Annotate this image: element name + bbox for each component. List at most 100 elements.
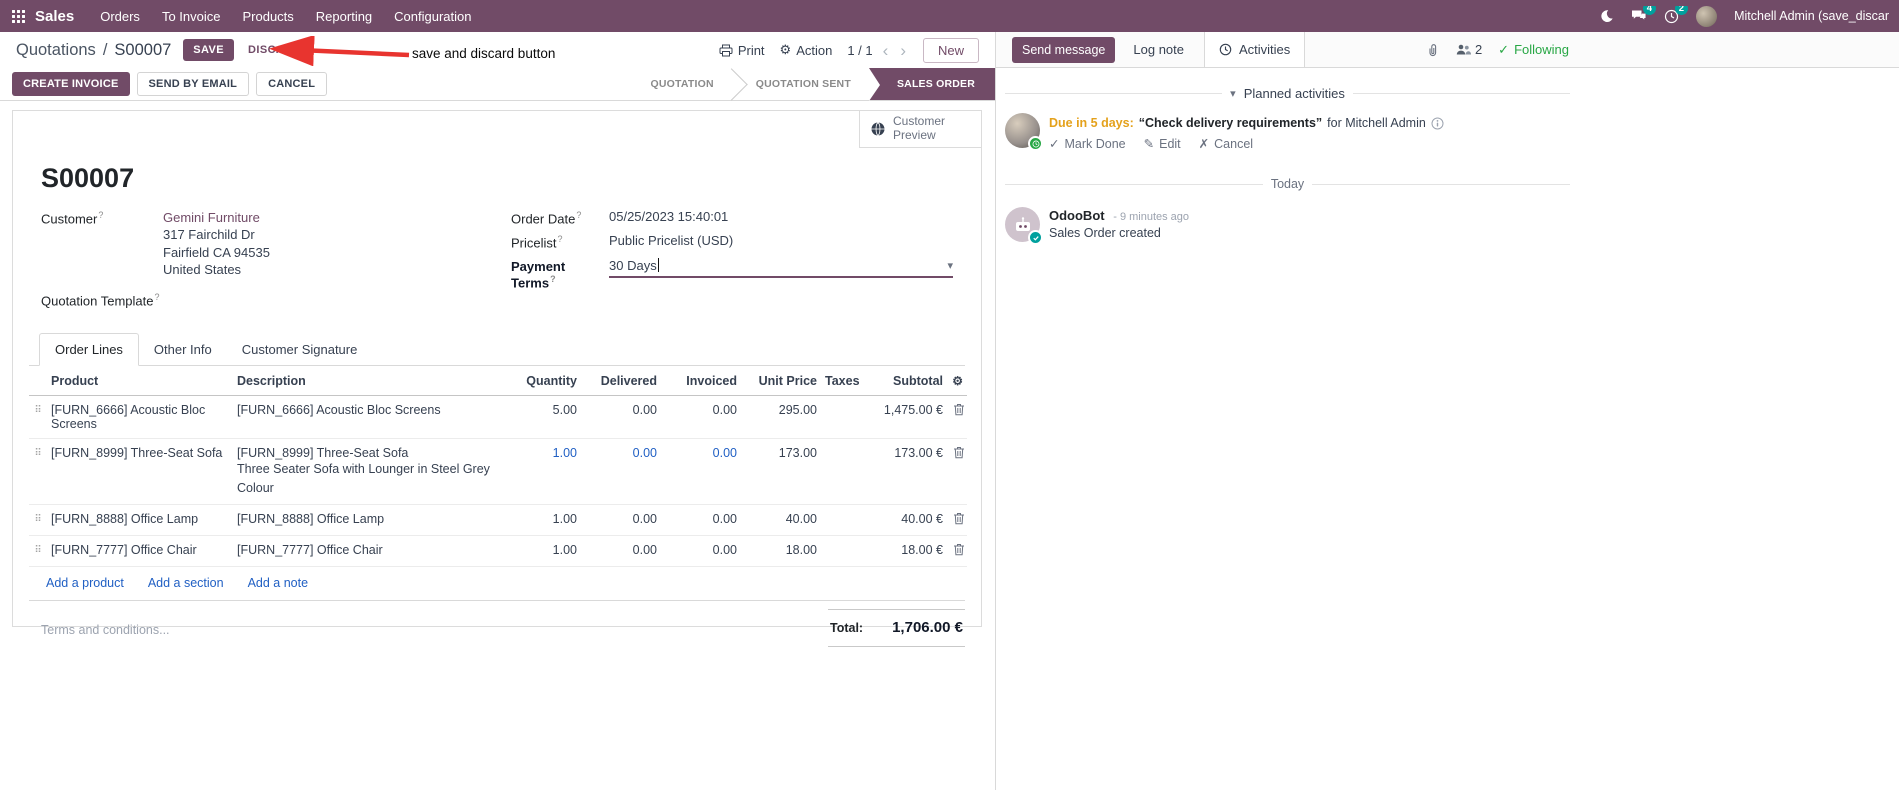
table-row[interactable]: ⠿ [FURN_7777] Office Chair [FURN_7777] O… — [29, 535, 967, 568]
cell-taxes[interactable] — [821, 438, 876, 506]
menu-reporting[interactable]: Reporting — [306, 2, 382, 31]
state-sales-order[interactable]: SALES ORDER — [868, 68, 995, 101]
menu-orders[interactable]: Orders — [90, 2, 150, 31]
table-row[interactable]: ⠿ [FURN_6666] Acoustic Bloc Screens [FUR… — [29, 395, 967, 439]
terms-placeholder[interactable]: Terms and conditions... — [29, 609, 828, 647]
column-header-unit-price: Unit Price — [741, 365, 821, 396]
cell-quantity[interactable]: 1.00 — [511, 535, 581, 568]
cell-description[interactable]: [FURN_8999] Three-Seat Sofa Three Seater … — [233, 438, 511, 506]
cell-taxes[interactable] — [821, 395, 876, 439]
table-row[interactable]: ⠿ [FURN_8888] Office Lamp [FURN_8888] Of… — [29, 504, 967, 537]
mark-done-button[interactable]: ✓ Mark Done — [1049, 136, 1126, 152]
cell-invoiced[interactable]: 0.00 — [661, 438, 741, 506]
delete-row-button[interactable] — [947, 504, 967, 537]
log-note-button[interactable]: Log note — [1133, 42, 1184, 57]
add-product-link[interactable]: Add a product — [46, 576, 124, 590]
action-menu[interactable]: ⚙ Action — [780, 42, 833, 58]
cell-delivered[interactable]: 0.00 — [581, 535, 661, 568]
cell-delivered[interactable]: 0.00 — [581, 504, 661, 537]
cell-delivered[interactable]: 0.00 — [581, 395, 661, 439]
cell-unit-price[interactable]: 295.00 — [741, 395, 821, 439]
pricelist-label: Pricelist? — [511, 234, 563, 251]
cancel-activity-button[interactable]: ✗ Cancel — [1199, 136, 1253, 152]
cell-subtotal: 40.00 € — [876, 504, 947, 537]
cell-product[interactable]: [FURN_7777] Office Chair — [47, 535, 233, 568]
create-invoice-button[interactable]: CREATE INVOICE — [12, 72, 130, 96]
pager-previous-icon[interactable]: ‹ — [881, 42, 891, 59]
cell-description[interactable]: [FURN_6666] Acoustic Bloc Screens — [233, 395, 511, 439]
customer-preview-button[interactable]: Customer Preview — [859, 111, 981, 148]
cell-taxes[interactable] — [821, 504, 876, 537]
cell-product[interactable]: [FURN_6666] Acoustic Bloc Screens — [47, 395, 233, 439]
tab-other-info[interactable]: Other Info — [139, 334, 227, 365]
cell-description[interactable]: [FURN_8888] Office Lamp — [233, 504, 511, 537]
send-by-email-button[interactable]: SEND BY EMAIL — [136, 72, 250, 96]
user-menu[interactable]: Mitchell Admin (save_discar — [1734, 9, 1889, 23]
cell-quantity[interactable]: 1.00 — [511, 504, 581, 537]
pager-next-icon[interactable]: › — [898, 42, 908, 59]
add-section-link[interactable]: Add a section — [148, 576, 224, 590]
cell-invoiced[interactable]: 0.00 — [661, 504, 741, 537]
pricelist-field[interactable]: Public Pricelist (USD) — [609, 233, 733, 248]
cell-unit-price[interactable]: 173.00 — [741, 438, 821, 506]
activities-clock-icon[interactable]: 2 — [1664, 5, 1689, 24]
menu-configuration[interactable]: Configuration — [384, 2, 481, 31]
customer-link[interactable]: Gemini Furniture — [163, 209, 270, 226]
cell-description[interactable]: [FURN_7777] Office Chair — [233, 535, 511, 568]
activities-tab[interactable]: Activities — [1204, 32, 1306, 67]
state-quotation-sent[interactable]: QUOTATION SENT — [732, 68, 869, 100]
customer-field: Gemini Furniture 317 Fairchild Dr Fairfi… — [163, 209, 270, 279]
table-row[interactable]: ⠿ [FURN_8999] Three-Seat Sofa [FURN_8999… — [29, 438, 967, 506]
breadcrumb-quotations[interactable]: Quotations — [16, 41, 96, 60]
cancel-button[interactable]: CANCEL — [256, 72, 328, 96]
app-name[interactable]: Sales — [35, 8, 74, 25]
edit-activity-button[interactable]: ✎ Edit — [1144, 136, 1181, 152]
cell-taxes[interactable] — [821, 535, 876, 568]
planned-activities-toggle[interactable]: ▾ Planned activities — [1005, 86, 1571, 101]
new-button[interactable]: New — [922, 37, 979, 63]
drag-handle-icon[interactable]: ⠿ — [29, 504, 47, 537]
cell-delivered[interactable]: 0.00 — [581, 438, 661, 506]
followers-button[interactable]: 2 — [1455, 42, 1482, 57]
tab-order-lines[interactable]: Order Lines — [39, 332, 139, 366]
cell-unit-price[interactable]: 40.00 — [741, 504, 821, 537]
main-panel: Quotations / S00007 SAVE DISCARD Print ⚙… — [0, 32, 995, 790]
cell-quantity[interactable]: 1.00 — [511, 438, 581, 506]
paperclip-icon[interactable] — [1426, 43, 1439, 57]
cell-invoiced[interactable]: 0.00 — [661, 535, 741, 568]
followers-icon — [1455, 43, 1471, 56]
drag-handle-icon[interactable]: ⠿ — [29, 438, 47, 506]
cell-unit-price[interactable]: 18.00 — [741, 535, 821, 568]
apps-menu-icon[interactable] — [12, 9, 25, 23]
messages-icon[interactable]: 4 — [1631, 5, 1657, 24]
optional-columns-icon[interactable]: ⚙ — [947, 365, 967, 396]
delete-row-button[interactable] — [947, 438, 967, 506]
message-body: Sales Order created — [1049, 226, 1161, 240]
menu-products[interactable]: Products — [232, 2, 303, 31]
cell-invoiced[interactable]: 0.00 — [661, 395, 741, 439]
drag-handle-icon[interactable]: ⠿ — [29, 395, 47, 439]
drag-handle-icon[interactable]: ⠿ — [29, 535, 47, 568]
cell-product[interactable]: [FURN_8888] Office Lamp — [47, 504, 233, 537]
state-quotation[interactable]: QUOTATION — [627, 68, 732, 100]
discard-button[interactable]: DISCARD — [240, 39, 309, 61]
tab-customer-signature[interactable]: Customer Signature — [227, 334, 373, 365]
payment-terms-input[interactable]: 30 Days ▾ — [609, 258, 953, 278]
moon-icon[interactable] — [1600, 9, 1614, 23]
user-avatar[interactable] — [1696, 5, 1718, 27]
cell-product[interactable]: [FURN_8999] Three-Seat Sofa — [47, 438, 233, 506]
add-note-link[interactable]: Add a note — [248, 576, 308, 590]
info-icon[interactable] — [1431, 117, 1444, 130]
menu-to-invoice[interactable]: To Invoice — [152, 2, 231, 31]
delete-row-button[interactable] — [947, 535, 967, 568]
following-button[interactable]: ✓ Following — [1498, 42, 1569, 58]
order-date-field[interactable]: 05/25/2023 15:40:01 — [609, 209, 728, 224]
line-add-links: Add a product Add a section Add a note — [29, 567, 965, 602]
dropdown-caret-icon[interactable]: ▾ — [947, 259, 953, 272]
save-button[interactable]: SAVE — [183, 39, 235, 61]
send-message-button[interactable]: Send message — [1012, 36, 1116, 63]
print-menu[interactable]: Print — [719, 43, 765, 58]
delete-row-button[interactable] — [947, 395, 967, 439]
gear-icon: ⚙ — [779, 42, 792, 57]
cell-quantity[interactable]: 5.00 — [511, 395, 581, 439]
